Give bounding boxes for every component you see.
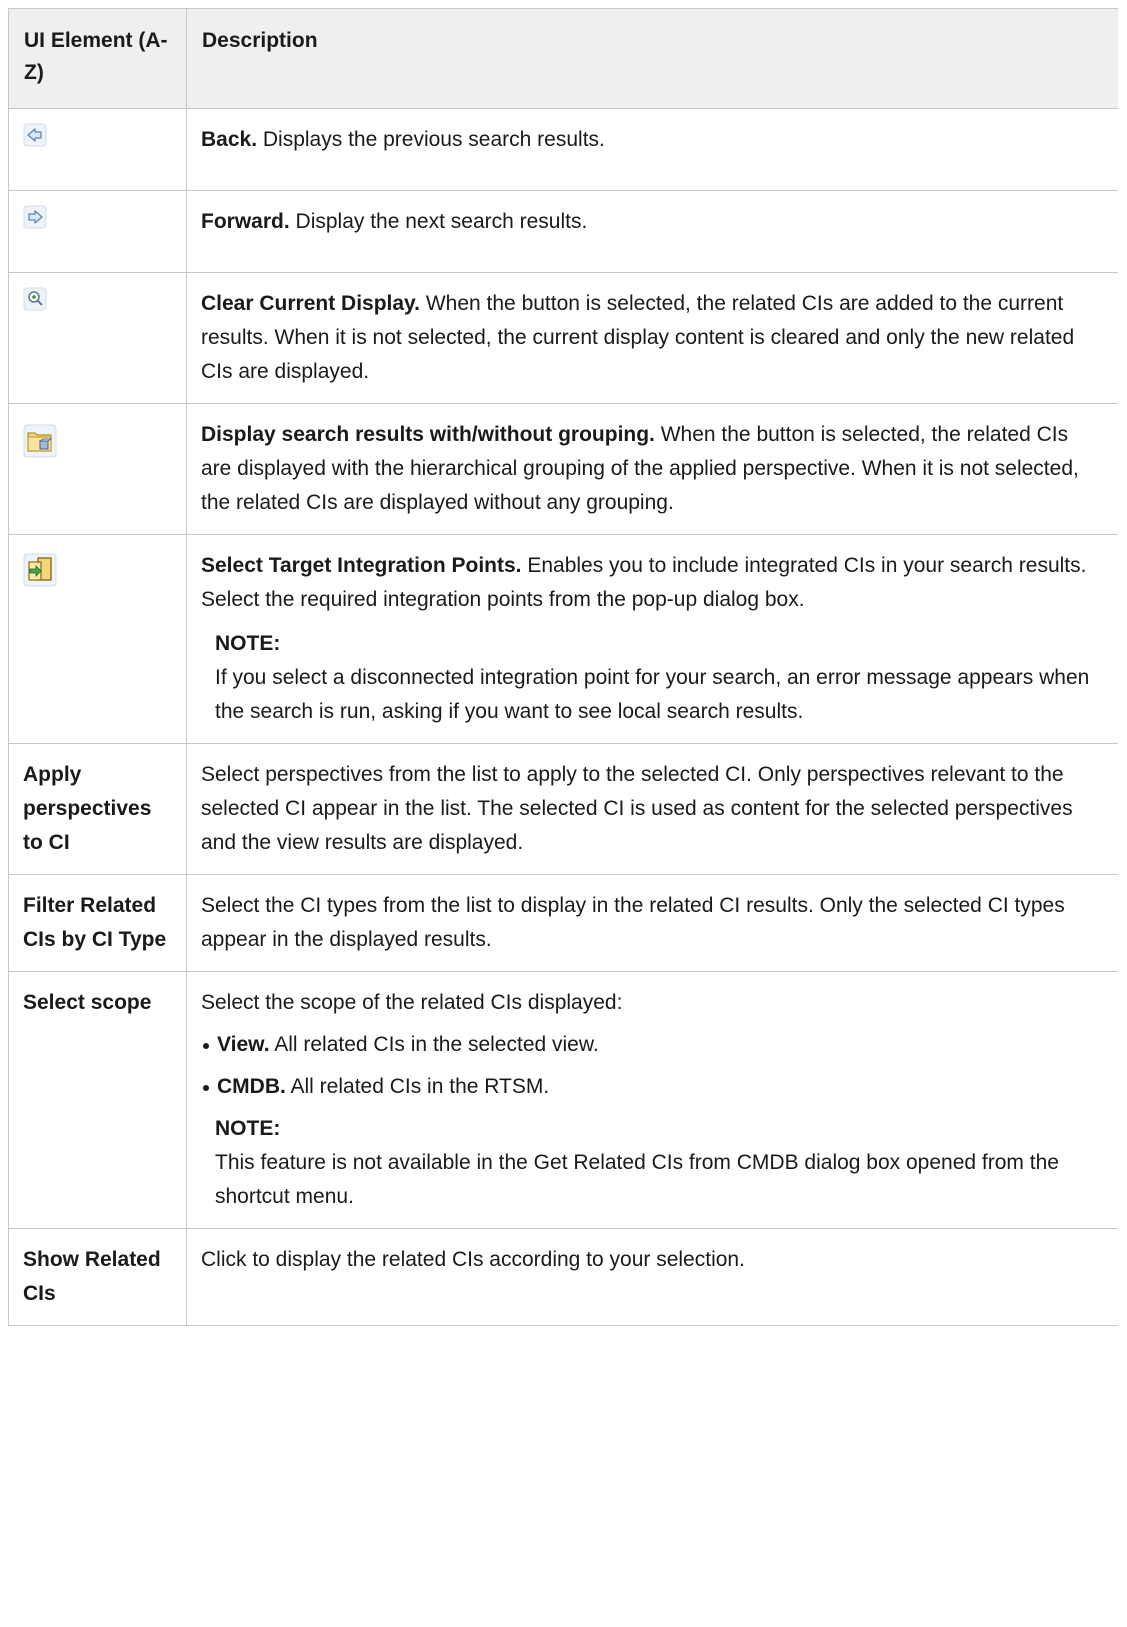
description-text: Select the scope of the related CIs disp… [201,991,623,1014]
element-name: Display search results with/without grou… [201,423,655,446]
note-title: NOTE: [215,1117,281,1140]
scope-option-text: All related CIs in the RTSM. [285,1075,550,1098]
list-item: CMDB. All related CIs in the RTSM. [201,1070,1102,1104]
element-cell [8,108,187,191]
table-header-row: UI Element (A-Z) Description [8,8,1118,109]
table-row: Select Target Integration Points. Enable… [8,534,1118,744]
table-row: Forward. Display the next search results… [8,190,1118,273]
clear-display-icon[interactable] [23,287,47,311]
table-row: Back. Displays the previous search resul… [8,108,1118,191]
element-name: Back. [201,128,258,151]
element-cell: Show Related CIs [8,1228,187,1326]
element-cell: Apply perspectives to CI [8,743,187,875]
note-block: NOTE: This feature is not available in t… [215,1112,1102,1214]
note-text: If you select a disconnected integration… [215,666,1090,723]
description-cell: Forward. Display the next search results… [186,190,1118,273]
element-name: Clear Current Display. [201,292,421,315]
table-row: Apply perspectives to CI Select perspect… [8,743,1118,875]
element-name: Select scope [23,991,152,1014]
scope-option-name: View. [217,1033,270,1056]
scope-list: View. All related CIs in the selected vi… [201,1028,1102,1104]
description-cell: Back. Displays the previous search resul… [186,108,1118,191]
note-text: This feature is not available in the Get… [215,1151,1059,1208]
description-cell: Select the scope of the related CIs disp… [186,971,1118,1229]
description-cell: Display search results with/without grou… [186,403,1118,535]
forward-arrow-icon[interactable] [23,205,47,229]
scope-option-name: CMDB. [217,1075,286,1098]
description-text: Display the next search results. [289,210,588,233]
element-name: Filter Related CIs by CI Type [23,894,167,951]
description-text: Select the CI types from the list to dis… [201,894,1065,951]
element-name: Show Related CIs [23,1248,161,1305]
table-row: Display search results with/without grou… [8,403,1118,535]
element-name: Select Target Integration Points. [201,554,522,577]
note-title: NOTE: [215,632,281,655]
element-cell [8,534,187,744]
description-text: Click to display the related CIs accordi… [201,1248,745,1271]
description-cell: Click to display the related CIs accordi… [186,1228,1118,1326]
element-name: Apply perspectives to CI [23,763,152,854]
header-ui-element: UI Element (A-Z) [8,8,187,109]
element-cell [8,190,187,273]
element-name: Forward. [201,210,290,233]
description-cell: Select the CI types from the list to dis… [186,874,1118,972]
description-text: Displays the previous search results. [257,128,605,151]
integration-points-icon[interactable] [23,553,57,587]
element-cell: Filter Related CIs by CI Type [8,874,187,972]
description-cell: Clear Current Display. When the button i… [186,272,1118,404]
back-arrow-icon[interactable] [23,123,47,147]
grouping-folder-icon[interactable] [23,424,57,458]
table-row: Filter Related CIs by CI Type Select the… [8,874,1118,972]
table-row: Select scope Select the scope of the rel… [8,971,1118,1229]
note-block: NOTE: If you select a disconnected integ… [215,627,1102,729]
ui-elements-table: UI Element (A-Z) Description Back. Displ… [8,8,1118,1326]
description-text: Select perspectives from the list to app… [201,763,1073,854]
element-cell [8,272,187,404]
element-cell [8,403,187,535]
description-cell: Select Target Integration Points. Enable… [186,534,1118,744]
list-item: View. All related CIs in the selected vi… [201,1028,1102,1062]
scope-option-text: All related CIs in the selected view. [269,1033,599,1056]
table-row: Clear Current Display. When the button i… [8,272,1118,404]
element-cell: Select scope [8,971,187,1229]
description-cell: Select perspectives from the list to app… [186,743,1118,875]
header-description: Description [186,8,1118,109]
table-row: Show Related CIs Click to display the re… [8,1228,1118,1326]
